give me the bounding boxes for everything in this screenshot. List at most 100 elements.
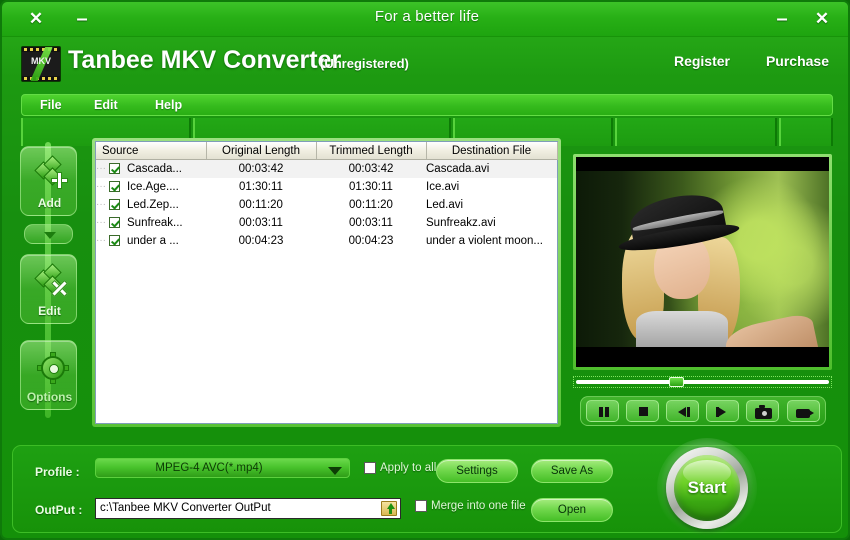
output-path-value: c:\Tanbee MKV Converter OutPut [100,502,271,514]
window-title: For a better life [374,8,480,25]
row-original-length: 00:03:11 [239,217,283,229]
tree-connector: ··· [96,235,106,246]
row-checkbox[interactable] [109,199,120,210]
edit-button[interactable]: Edit [20,254,77,324]
add-button-label: Add [37,196,62,210]
open-button[interactable]: Open [531,498,613,522]
table-row[interactable]: ··· under a ... 00:04:23 00:04:23 under a… [96,232,557,250]
menu-edit[interactable]: Edit [94,98,118,112]
tab-segment[interactable] [779,118,833,146]
edit-clip-icon [21,262,78,300]
table-row[interactable]: ··· Ice.Age.... 01:30:11 01:30:11 Ice.avi [96,178,557,196]
profile-value: MPEG-4 AVC(*.mp4) [155,462,263,474]
tree-connector: ··· [96,199,106,210]
tree-connector: ··· [96,163,106,174]
column-header-trimmed-length[interactable]: Trimmed Length [316,142,427,160]
row-source: Sunfreak... [127,217,183,229]
transport-controls [580,396,826,426]
row-checkbox[interactable] [109,217,120,228]
row-trimmed-length: 00:03:42 [348,163,394,175]
column-header-original-length[interactable]: Original Length [206,142,317,160]
brand-bar: MKV Tanbee MKV Converter (Unregistered) … [2,36,848,90]
row-trimmed-length: 00:11:20 [349,199,393,211]
output-label: OutPut : [35,503,83,517]
gear-icon [21,348,78,386]
menu-file[interactable]: File [40,98,62,112]
row-destination: Led.avi [426,199,464,211]
row-source: Led.Zep... [127,199,179,211]
video-frame-image [576,171,829,367]
output-path-input[interactable]: c:\Tanbee MKV Converter OutPut [95,498,401,519]
app-name: Tanbee MKV Converter [68,46,342,74]
column-header-destination-file[interactable]: Destination File [426,142,558,160]
row-checkbox[interactable] [109,235,120,246]
video-preview[interactable] [573,154,832,370]
app-window: ✕ – For a better life – ✕ MKV Tanbee MKV… [0,0,850,540]
row-original-length: 00:03:42 [238,163,284,175]
table-row[interactable]: ··· Led.Zep... 00:11:20 00:11:20 Led.avi [96,196,557,214]
folder-browse-icon[interactable] [381,501,397,516]
table-row[interactable]: ··· Sunfreak... 00:03:11 00:03:11 Sunfrea… [96,214,557,232]
stop-button[interactable] [626,400,659,422]
next-icon [707,401,738,421]
next-button[interactable] [706,400,739,422]
row-original-length: 01:30:11 [239,181,283,193]
tree-connector: ··· [96,181,106,192]
row-source: Ice.Age.... [127,181,179,193]
row-source: Cascada... [127,163,182,175]
row-checkbox[interactable] [109,181,120,192]
snapshot-button[interactable] [746,400,779,422]
file-list[interactable]: Source Original Length Trimmed Length De… [95,141,558,424]
column-header-source[interactable]: Source [96,142,207,160]
left-sidebar: Add Edit Options [20,142,78,422]
save-as-button[interactable]: Save As [531,459,613,483]
video-screen [576,157,829,367]
row-trimmed-length: 00:04:23 [348,235,394,247]
options-button[interactable]: Options [20,340,77,410]
profile-select[interactable]: MPEG-4 AVC(*.mp4) [95,458,350,478]
menu-help[interactable]: Help [155,98,182,112]
purchase-link[interactable]: Purchase [766,53,829,69]
table-header-row: Source Original Length Trimmed Length De… [96,142,558,160]
seek-thumb[interactable] [669,377,684,387]
row-destination: Sunfreakz.avi [426,217,496,229]
close-icon-right[interactable]: ✕ [810,8,834,30]
pause-icon [587,401,618,421]
tree-connector: ··· [96,217,106,228]
apply-to-all-checkbox[interactable] [364,462,376,474]
previous-button[interactable] [666,400,699,422]
apply-to-all-label: Apply to all [380,462,437,474]
file-table: Source Original Length Trimmed Length De… [96,142,558,250]
row-destination: under a violent moon... [426,235,543,247]
row-destination: Cascada.avi [426,163,490,175]
register-link[interactable]: Register [674,53,730,69]
add-files-icon [21,154,78,192]
row-source: under a ... [127,235,179,247]
row-checkbox[interactable] [109,163,120,174]
add-button[interactable]: Add [20,146,77,216]
options-button-label: Options [26,390,73,404]
menu-bar: File Edit Help [21,94,833,116]
row-trimmed-length: 00:03:11 [349,217,393,229]
table-row[interactable]: ··· Cascada... 00:03:42 00:03:42 Cascada.… [96,159,557,178]
start-button-label: Start [687,478,727,497]
logo-text: MKV [31,56,51,66]
registration-status: (Unregistered) [320,56,409,71]
camera-icon [747,401,778,421]
tab-segment[interactable] [615,118,777,146]
profile-label: Profile : [35,465,80,479]
row-destination: Ice.avi [426,181,460,193]
pause-button[interactable] [586,400,619,422]
start-button[interactable]: Start [657,438,757,538]
merge-into-one-file-checkbox[interactable] [415,500,427,512]
seek-bar[interactable] [573,376,832,388]
settings-button[interactable]: Settings [436,459,518,483]
chevron-down-icon[interactable] [24,224,73,244]
record-button[interactable] [787,400,820,422]
chevron-down-icon[interactable] [328,467,342,475]
seek-track[interactable] [576,380,829,384]
row-trimmed-length: 01:30:11 [349,181,393,193]
minimize-icon-right[interactable]: – [770,8,794,30]
row-original-length: 00:11:20 [239,199,283,211]
title-bar: ✕ – For a better life – ✕ [2,2,848,37]
